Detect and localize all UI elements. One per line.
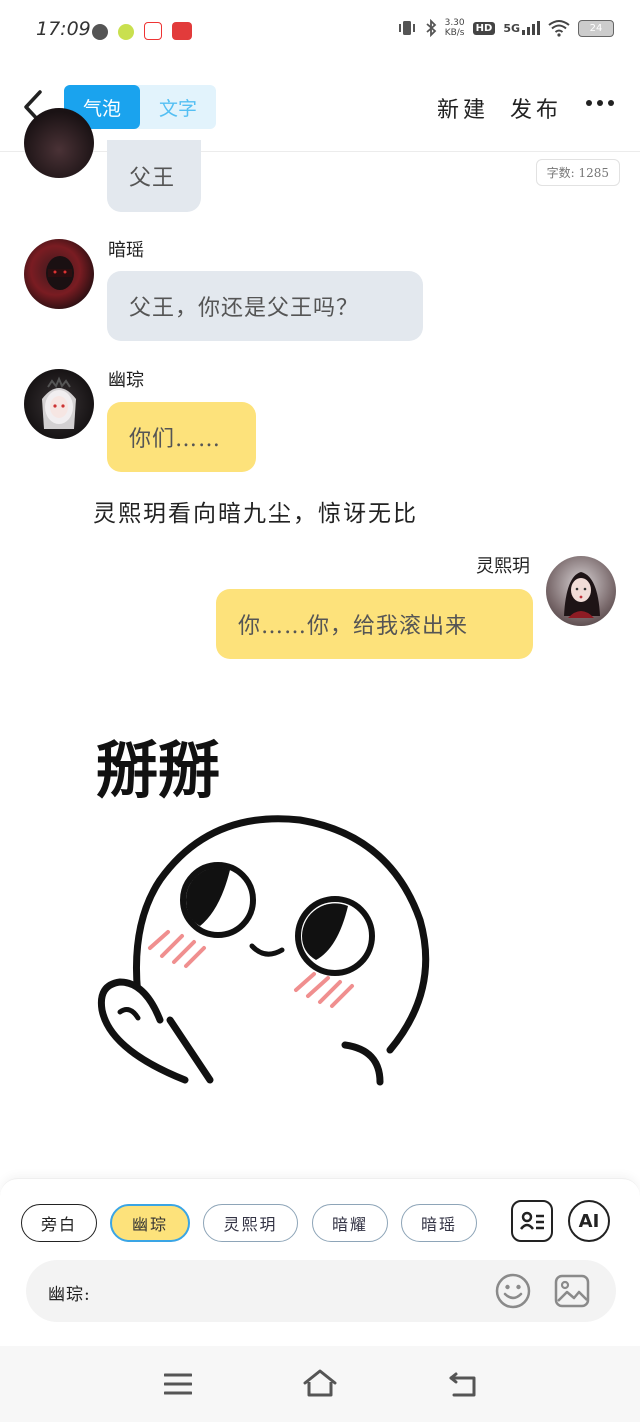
tab-text[interactable]: 文字 [140,85,216,129]
clock: 17:09 [36,18,91,40]
word-count-badge: 字数: 1285 [535,159,620,186]
message-bubble[interactable]: 父王 [107,140,201,212]
speaker-name: 幽琮 [108,370,144,391]
notification-icons [92,22,192,40]
back-nav-icon[interactable] [448,1370,478,1398]
bluetooth-icon [426,19,436,37]
more-options-icon[interactable] [586,100,614,106]
role-chip-narrator[interactable]: 旁白 [21,1204,97,1242]
avatar[interactable] [24,369,94,439]
message-bubble[interactable]: 你们…… [107,402,256,472]
role-chip[interactable]: 暗瑶 [401,1204,477,1242]
hd-badge: HD [472,21,496,35]
sticker-caption: 掰掰 [96,734,220,807]
speaker-name: 暗瑶 [108,240,144,261]
home-icon[interactable] [302,1368,338,1398]
role-chip[interactable]: 灵熙玥 [203,1204,298,1242]
status-bar: 17:09 3.30 KB/s HD 5G 24 [0,0,640,62]
system-navigation-bar [0,1346,640,1422]
message-bubble[interactable]: 你……你，给我滚出来 [216,589,533,659]
globe-icon [92,24,108,40]
vibrate-icon [398,21,415,35]
news-app-icon [144,22,162,40]
avatar[interactable] [24,239,94,309]
app-notification-icon [118,24,134,40]
publish-button[interactable]: 发布 [510,92,562,124]
message-bubble[interactable]: 父王，你还是父王吗？ [107,271,423,341]
menu-icon[interactable] [164,1372,192,1396]
network-speed: 3.30 KB/s [444,18,465,38]
image-icon[interactable] [554,1273,590,1309]
avatar[interactable] [546,556,616,626]
role-chip-selected[interactable]: 幽琮 [110,1204,190,1242]
wifi-icon [548,20,570,37]
battery-icon: 24 [578,19,614,37]
ai-button[interactable]: AI [568,1200,610,1242]
role-chip[interactable]: 暗耀 [312,1204,388,1242]
editor-top-bar: 气泡 文字 新建 发布 [0,62,640,152]
avatar[interactable] [24,108,94,178]
speaker-name: 灵熙玥 [476,556,530,577]
narration-text[interactable]: 灵熙玥看向暗九尘，惊讶无比 [93,494,418,528]
system-indicators: 3.30 KB/s HD 5G 24 [397,18,614,38]
speaker-prefix: 幽琮: [48,1285,91,1305]
video-app-icon [172,22,192,40]
new-button[interactable]: 新建 [437,92,489,124]
sticker-image[interactable]: 掰掰 [90,720,440,1090]
cellular-signal-icon: 5G [503,21,540,35]
message-input[interactable]: 幽琮: [26,1260,616,1322]
emoji-icon[interactable] [495,1273,531,1309]
character-card-icon[interactable] [511,1200,553,1242]
